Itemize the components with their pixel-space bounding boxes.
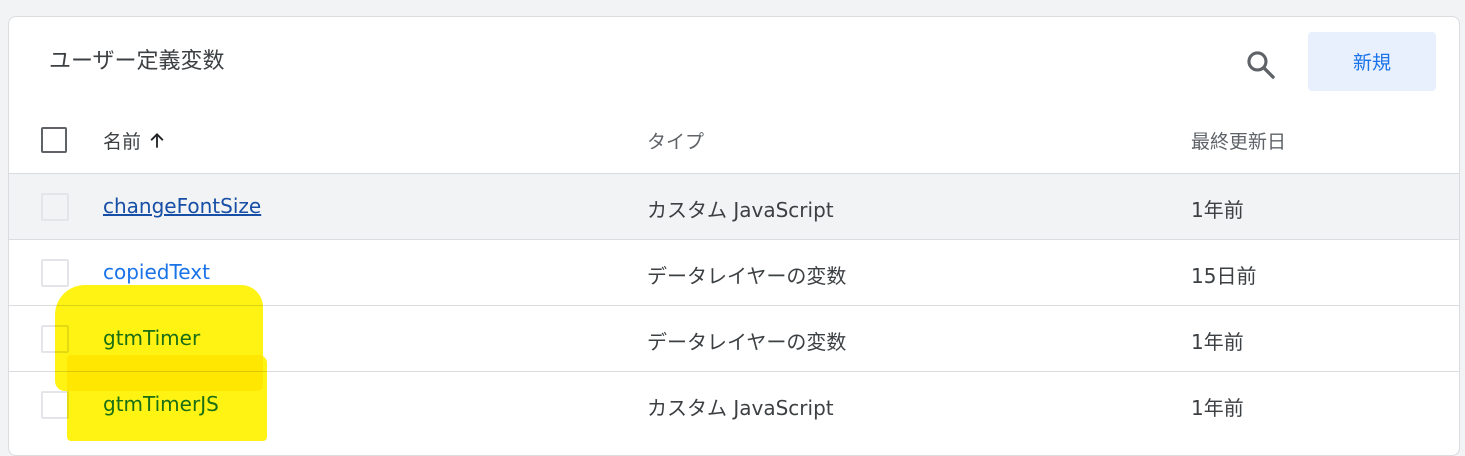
variable-type: カスタム JavaScript — [647, 198, 834, 222]
search-icon — [1247, 51, 1275, 79]
row-checkbox[interactable] — [41, 193, 69, 221]
variable-type: データレイヤーの変数 — [647, 264, 847, 288]
column-header-type[interactable]: タイプ — [647, 127, 704, 154]
column-header-name-label: 名前 — [103, 131, 142, 153]
variable-name-link[interactable]: gtmTimer — [103, 326, 200, 350]
row-checkbox[interactable] — [41, 259, 69, 287]
column-header-name[interactable]: 名前 — [103, 127, 167, 154]
variable-last-edited: 15日前 — [1191, 264, 1257, 288]
new-variable-button[interactable]: 新規 — [1308, 32, 1436, 91]
variable-name-link[interactable]: gtmTimerJS — [103, 392, 219, 416]
panel-title: ユーザー定義変数 — [49, 49, 225, 74]
table-row[interactable]: gtmTimerJS カスタム JavaScript 1年前 — [9, 371, 1459, 437]
variable-name-link[interactable]: copiedText — [103, 260, 210, 284]
column-header-last-edited[interactable]: 最終更新日 — [1191, 127, 1286, 154]
variable-type: カスタム JavaScript — [647, 396, 834, 420]
table-row[interactable]: changeFontSize カスタム JavaScript 1年前 — [9, 173, 1459, 239]
arrow-up-icon — [150, 132, 164, 148]
variable-last-edited: 1年前 — [1191, 330, 1244, 354]
table-row[interactable]: gtmTimer データレイヤーの変数 1年前 — [9, 305, 1459, 371]
variable-last-edited: 1年前 — [1191, 396, 1244, 420]
variable-name-link[interactable]: changeFontSize — [103, 194, 261, 218]
user-defined-variables-panel: ユーザー定義変数 新規 名前 タイプ 最終更新日 changeFontSize … — [8, 16, 1460, 456]
select-all-checkbox[interactable] — [41, 127, 67, 153]
row-checkbox[interactable] — [41, 325, 69, 353]
variable-last-edited: 1年前 — [1191, 198, 1244, 222]
row-checkbox[interactable] — [41, 391, 69, 419]
search-button[interactable] — [1241, 45, 1281, 85]
variable-type: データレイヤーの変数 — [647, 330, 847, 354]
table-row[interactable]: copiedText データレイヤーの変数 15日前 — [9, 239, 1459, 305]
